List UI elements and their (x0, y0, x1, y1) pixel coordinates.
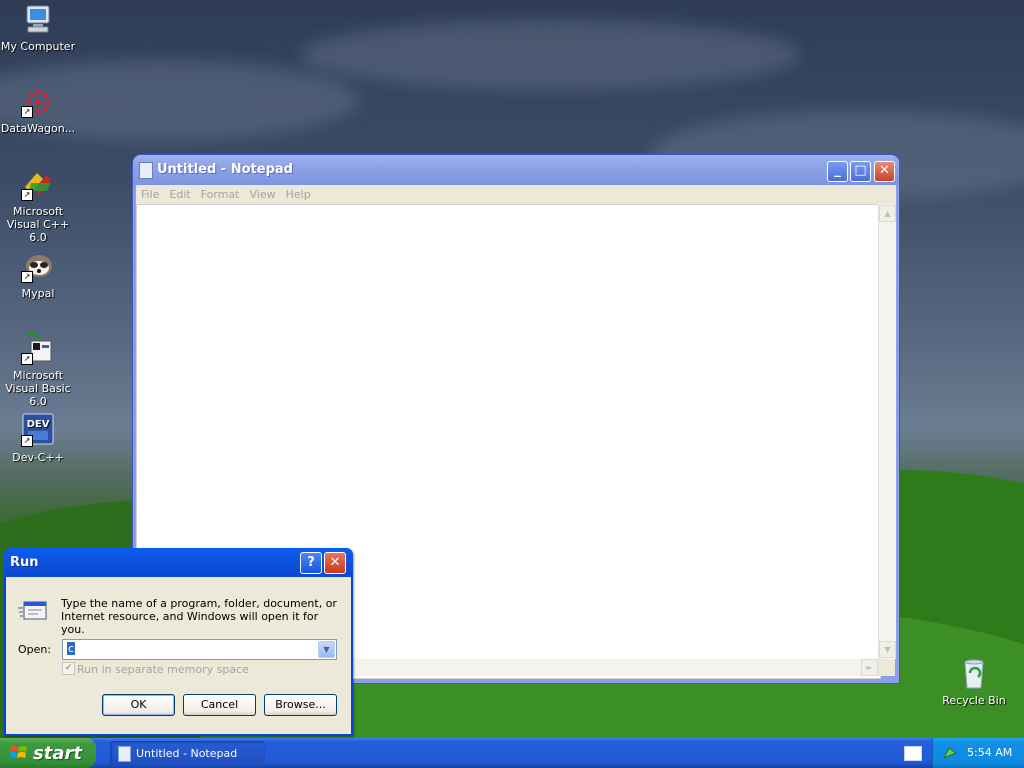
notepad-app-icon[interactable] (139, 162, 153, 179)
scroll-right-arrow-icon[interactable]: ► (861, 659, 878, 676)
run-dialog[interactable]: Run ? ✕ Type the name of a program, fold… (4, 548, 353, 736)
notepad-menu-bar: File Edit Format View Help (136, 185, 896, 204)
run-program-icon (18, 600, 48, 622)
run-description: Type the name of a program, folder, docu… (61, 597, 337, 636)
help-button[interactable]: ? (300, 552, 322, 574)
visual-basic-icon: ↗ (21, 331, 55, 365)
menu-view[interactable]: View (245, 185, 281, 201)
taskbar-button-label: Untitled - Notepad (136, 747, 238, 760)
scroll-down-arrow-icon[interactable]: ▼ (879, 641, 896, 658)
desktop-icon-label: DataWagon... (0, 122, 76, 135)
taskbar: start Untitled - Notepad 5:54 AM (0, 738, 1024, 768)
desktop-icon-label: Microsoft Visual Basic 6.0 (5, 369, 71, 408)
visual-cpp-icon: ↗ (21, 167, 55, 201)
cancel-button[interactable]: Cancel (183, 694, 256, 716)
run-title: Run (10, 555, 39, 570)
keyboard-icon[interactable] (904, 746, 922, 761)
desktop-icon-label: Recycle Bin (942, 694, 1006, 707)
maximize-button[interactable]: □ (850, 161, 871, 182)
desktop-icon-label: Microsoft Visual C++ 6.0 (6, 205, 70, 244)
separate-memory-label: Run in separate memory space (77, 663, 249, 676)
mypal-icon: ↗ (21, 249, 55, 283)
desktop-icon-my-computer[interactable]: My Computer (0, 2, 76, 53)
desktop-icon-label: Dev-C++ (12, 451, 64, 464)
notepad-title-bar[interactable]: Untitled - Notepad _ □ ✕ (133, 155, 899, 185)
windows-flag-icon (9, 744, 28, 762)
close-button[interactable]: ✕ (324, 552, 346, 574)
open-input-value[interactable]: c (67, 642, 76, 655)
notepad-icon (118, 746, 131, 762)
shortcut-arrow-icon: ↗ (21, 353, 33, 365)
desktop-icon-mypal[interactable]: ↗ Mypal (0, 249, 76, 300)
datawagon-icon: ↗ (21, 84, 55, 118)
menu-format[interactable]: Format (196, 185, 245, 201)
desktop-icon-label: My Computer (0, 40, 76, 53)
browse-button[interactable]: Browse... (264, 694, 337, 716)
open-label: Open: (18, 643, 52, 656)
size-grip[interactable] (878, 659, 895, 676)
system-tray: 5:54 AM (932, 738, 1024, 768)
chevron-down-icon[interactable]: ▼ (318, 641, 335, 658)
notepad-title: Untitled - Notepad (157, 162, 293, 177)
shortcut-arrow-icon: ↗ (21, 271, 33, 283)
separate-memory-checkbox[interactable]: ✔ (62, 662, 75, 675)
menu-help[interactable]: Help (281, 185, 316, 201)
open-combobox[interactable]: c ▼ (62, 639, 337, 660)
shortcut-arrow-icon: ↗ (21, 189, 33, 201)
desktop-icon-visual-basic[interactable]: ↗ Microsoft Visual Basic 6.0 (0, 331, 76, 408)
dev-cpp-icon: DEV ↗ (21, 413, 55, 447)
minimize-button[interactable]: _ (827, 161, 848, 182)
start-button[interactable]: start (0, 738, 96, 768)
taskbar-button-notepad[interactable]: Untitled - Notepad (110, 741, 265, 765)
desktop-icon-label: Mypal (21, 287, 55, 300)
desktop-icon-visual-cpp[interactable]: ↗ Microsoft Visual C++ 6.0 (0, 167, 76, 244)
ok-button[interactable]: OK (102, 694, 175, 716)
scroll-up-arrow-icon[interactable]: ▲ (879, 205, 896, 222)
menu-edit[interactable]: Edit (164, 185, 195, 201)
run-title-bar[interactable]: Run ? ✕ (4, 548, 353, 577)
desktop-icon-recycle-bin[interactable]: Recycle Bin (936, 656, 1012, 707)
cloud (300, 20, 800, 90)
shortcut-arrow-icon: ↗ (21, 435, 33, 447)
network-icon[interactable] (942, 746, 958, 760)
my-computer-icon (21, 2, 55, 36)
recycle-bin-icon (957, 656, 991, 690)
shortcut-arrow-icon: ↗ (21, 106, 33, 118)
vertical-scrollbar[interactable]: ▲ ▼ (878, 204, 896, 659)
desktop-icon-dev-cpp[interactable]: DEV ↗ Dev-C++ (0, 413, 76, 464)
menu-file[interactable]: File (136, 185, 164, 201)
svg-text:DEV: DEV (27, 419, 50, 430)
desktop-icon-datawagon[interactable]: ↗ DataWagon... (0, 84, 76, 135)
close-button[interactable]: ✕ (874, 161, 895, 182)
clock[interactable]: 5:54 AM (967, 746, 1012, 759)
start-label: start (33, 743, 82, 764)
